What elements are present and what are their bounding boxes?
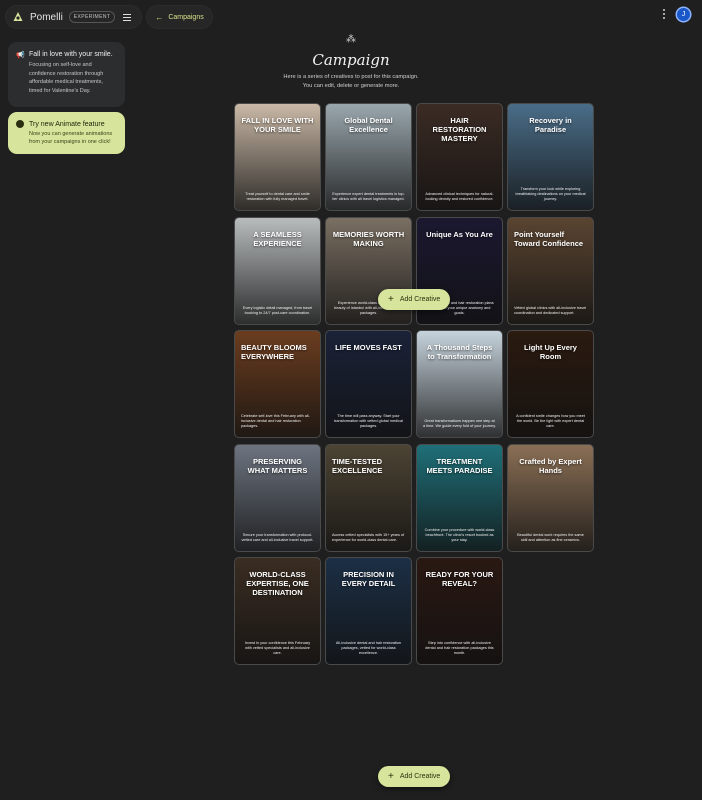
creative-headline: TREATMENT MEETS PARADISE [426,456,493,475]
creative-card[interactable]: Crafted by Expert Hands Beautiful dental … [507,443,594,552]
creative-headline: Unique As You Are [426,229,493,239]
creative-card[interactable]: LIFE MOVES FAST The time will pass anyway… [325,330,412,438]
creative-body: Treat yourself to dental care and smile … [245,192,310,201]
promo-body: Now you can generate animations from you… [29,131,113,145]
creative-card[interactable]: Light Up Every Room A confident smile cha… [507,330,594,438]
add-creative-button-floating[interactable]: + Add Creative [378,289,451,310]
add-creative-button[interactable]: + Add Creative [378,766,451,787]
page-subtitle-1: Here is a series of creatives to post fo… [283,74,419,80]
arrow-left-icon: ← [155,12,164,22]
creative-card[interactable]: PRECISION IN EVERY DETAIL All-inclusive d… [325,557,412,665]
creative-card[interactable]: BEAUTY BLOOMS EVERYWHERE Celebrate self-l… [234,330,321,438]
creative-headline: A Thousand Steps to Transformation [426,343,493,361]
breadcrumb-label: Campaigns [168,13,204,21]
animate-icon [16,120,24,128]
creative-headline: READY FOR YOUR REVEAL? [425,570,494,588]
creative-headline: LIFE MOVES FAST [335,343,402,352]
creative-card[interactable]: WORLD-CLASS EXPERTISE, ONE DESTINATION In… [234,557,321,665]
creative-body: Beautiful dental work requires the same … [517,532,584,542]
creative-body: All-inclusive dental and hair restoratio… [335,641,402,655]
creative-body: A confident smile changes how you meet t… [516,414,585,428]
creative-headline: TIME-TESTED EXCELLENCE [332,456,383,475]
creative-card[interactable]: TIME-TESTED EXCELLENCE Access vetted spec… [325,443,412,552]
top-left-bar: Pomelli EXPERIMENT ← Campaigns [6,6,212,28]
creative-body: Vetted global clinics with all-inclusive… [514,305,587,315]
top-right-bar: J [659,7,690,21]
creative-headline: Recovery in Paradise [529,116,572,134]
creative-headline: FALL IN LOVE WITH YOUR SMILE [241,116,314,134]
plus-icon: + [388,293,394,305]
creative-body: Step into confidence with all-inclusive … [425,641,494,655]
creative-body: Great transformations happen one step at… [423,419,496,428]
plus-icon: + [388,770,394,782]
creative-headline: BEAUTY BLOOMS EVERYWHERE [241,343,307,361]
creative-card[interactable]: HAIR RESTORATION MASTERY Advanced clinica… [416,103,503,211]
creative-headline: Light Up Every Room [524,343,577,361]
pomelli-logo-icon [13,12,23,21]
page-subtitle-2: You can edit, delete or generate more. [302,82,400,89]
creative-card[interactable]: A Thousand Steps to Transformation Great … [416,330,503,438]
brand-pill: Pomelli EXPERIMENT [6,6,142,28]
creative-body: Transform your look while exploring brea… [515,187,586,201]
experiment-badge: EXPERIMENT [68,11,116,23]
add-creative-label: Add Creative [399,296,441,303]
creative-headline: Global Dental Excellence [344,116,393,134]
creative-headline: WORLD-CLASS EXPERTISE, ONE DESTINATION [246,570,309,597]
creative-card[interactable]: Recovery in Paradise Transform your look … [507,103,594,211]
creative-headline: PRESERVING WHAT MATTERS [247,456,308,475]
creative-headline: HAIR RESTORATION MASTERY [432,116,487,143]
hamburger-menu-icon[interactable] [121,11,133,23]
avatar[interactable]: J [677,7,690,21]
more-vert-icon[interactable] [659,7,669,21]
creative-body: Experience expert dental treatments in t… [332,192,405,201]
creative-body: The time will pass anyway. Start your tr… [334,414,403,428]
creative-card[interactable]: Global Dental Excellence Experience exper… [325,103,412,211]
creative-card[interactable]: FALL IN LOVE WITH YOUR SMILE Treat yourse… [234,103,321,211]
creative-card[interactable]: Point Yourself Toward Confidence Vetted g… [507,216,594,325]
campaign-header: ⁂ Campaign Here is a series of creatives… [0,34,702,90]
creative-card[interactable]: READY FOR YOUR REVEAL? Step into confiden… [416,557,503,665]
creative-body: Access vetted specialists with 15+ years… [332,532,405,542]
creative-body: Every logistic detail managed, from trav… [242,305,313,315]
add-creative-label: Add Creative [399,773,441,780]
creative-card[interactable]: A SEAMLESS EXPERIENCE Every logistic deta… [234,216,321,325]
sparkle-icon: ⁂ [346,34,356,45]
creative-headline: Point Yourself Toward Confidence [514,229,584,248]
creative-body: Secure your transformation with protocol… [241,532,314,542]
creative-card[interactable]: TREATMENT MEETS PARADISE Combine your pro… [416,443,503,552]
animate-promo-card[interactable]: Try new Animate feature Now you can gene… [8,112,125,154]
creative-headline: A SEAMLESS EXPERIENCE [253,229,302,248]
promo-title: Try new Animate feature [29,120,105,128]
app-name: Pomelli [30,11,63,23]
creative-body: Celebrate self-love this February with a… [241,414,310,428]
creative-body: Combine your procedure with world-class … [424,527,495,542]
creative-headline: MEMORIES WORTH MAKING [332,229,405,248]
creative-body: Advanced clinical techniques for natural… [425,192,494,201]
page-title: Campaign [312,51,390,69]
breadcrumb-campaigns[interactable]: ← Campaigns [147,6,212,28]
creative-headline: PRECISION IN EVERY DETAIL [341,570,396,588]
creative-card[interactable]: PRESERVING WHAT MATTERS Secure your trans… [234,443,321,552]
creative-body: Invest in your confidence this February … [244,641,311,655]
creative-headline: Crafted by Expert Hands [519,456,582,475]
